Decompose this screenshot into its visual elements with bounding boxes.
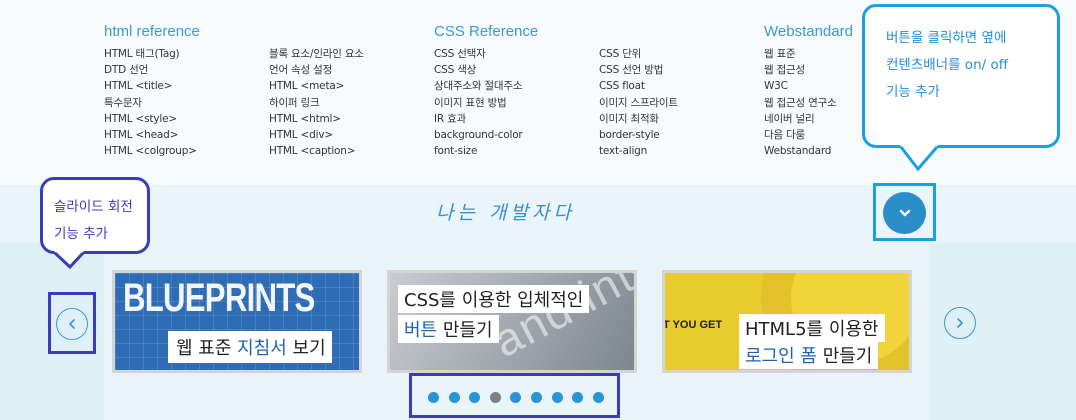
slide-label: 로그인 폼 만들기 xyxy=(739,341,879,369)
pagination-dot[interactable] xyxy=(510,392,522,403)
menu-column-webstandard: Webstandard 웹 표준 웹 접근성 W3C 웹 접근성 연구소 네이버… xyxy=(764,22,853,159)
menu-link[interactable]: IR 효과 xyxy=(434,111,538,127)
slide-small-text: T YOU GET xyxy=(663,319,723,331)
menu-link[interactable]: 이미지 최적화 xyxy=(599,111,678,127)
menu-link[interactable]: 이미지 표현 방법 xyxy=(434,95,538,111)
banner-toggle-button[interactable] xyxy=(883,192,926,234)
menu-link[interactable]: W3C xyxy=(764,78,853,94)
menu-link[interactable]: HTML 태그(Tag) xyxy=(104,46,200,62)
toggle-callout: 버튼을 클릭하면 옆에 컨텐츠배너를 on/ off 기능 추가 xyxy=(862,4,1060,148)
slide-heading: BLUEPRINTS xyxy=(123,276,315,320)
slide-label-highlight: 로그인 폼 xyxy=(745,346,817,367)
callout-text: 버튼을 클릭하면 옆에 xyxy=(886,30,1007,46)
menu-link[interactable]: HTML <colgroup> xyxy=(104,143,200,159)
menu-link[interactable]: CSS 선택자 xyxy=(434,46,538,62)
menu-link[interactable]: 네이버 널리 xyxy=(764,111,853,127)
pagination-dot[interactable] xyxy=(448,392,460,403)
pagination-annotation-frame xyxy=(409,373,620,418)
slide-label: CSS를 이용한 입체적인 xyxy=(398,285,590,313)
menu-link[interactable]: Webstandard xyxy=(764,143,853,159)
menu-link[interactable]: HTML <title> xyxy=(104,78,200,94)
callout-text: 슬라이드 회전 xyxy=(54,199,133,215)
menu-link[interactable]: HTML <head> xyxy=(104,127,200,143)
menu-link[interactable]: background-color xyxy=(434,127,538,143)
menu-link[interactable]: text-align xyxy=(599,143,678,159)
callout-text: 기능 추가 xyxy=(886,84,940,100)
slide-label-highlight: 지침서 xyxy=(237,338,287,359)
menu-link[interactable]: CSS 단위 xyxy=(599,46,678,62)
slide-label-text: 웹 표준 xyxy=(176,338,238,359)
menu-link[interactable]: 하이퍼 링크 xyxy=(269,95,364,111)
pagination-dot[interactable] xyxy=(531,392,542,403)
next-slide-button[interactable] xyxy=(944,307,976,339)
menu-link[interactable]: font-size xyxy=(434,143,538,159)
menu-link[interactable]: 웹 표준 xyxy=(764,46,853,62)
slide-callout: 슬라이드 회전 기능 추가 xyxy=(40,177,150,254)
chevron-down-icon xyxy=(899,209,910,217)
menu-link[interactable]: 웹 접근성 xyxy=(764,62,853,78)
menu-link[interactable]: 블록 요소/인라인 요소 xyxy=(269,46,364,62)
menu-link[interactable]: HTML <div> xyxy=(269,127,364,143)
menu-link[interactable]: 상대주소와 절대주소 xyxy=(434,78,538,94)
slide-card[interactable]: and inte CSS를 이용한 입체적인 버튼 만들기 xyxy=(387,270,637,373)
slide-label-text: 보기 xyxy=(286,338,326,359)
menu-link[interactable]: HTML <meta> xyxy=(269,78,364,94)
menu-link[interactable]: 특수문자 xyxy=(104,95,200,111)
pagination-dot[interactable] xyxy=(428,392,439,403)
menu-list-webstandard: 웹 표준 웹 접근성 W3C 웹 접근성 연구소 네이버 널리 다음 다룸 We… xyxy=(764,46,853,159)
slide-card[interactable]: T YOU GET HTML5를 이용한 로그인 폼 만들기 xyxy=(662,270,912,373)
menu-link[interactable]: CSS 선언 방법 xyxy=(599,62,678,78)
menu-column-css: CSS Reference CSS 선택자 CSS 색상 상대주소와 절대주소 … xyxy=(434,22,678,159)
slide-card[interactable]: BLUEPRINTS 웹 표준 지침서 보기 xyxy=(112,270,362,373)
pagination-dot[interactable] xyxy=(551,392,563,403)
slide-label: 웹 표준 지침서 보기 xyxy=(168,331,332,363)
menu-link[interactable]: border-style xyxy=(599,127,678,143)
menu-link[interactable]: CSS float xyxy=(599,78,678,94)
pagination-dot[interactable] xyxy=(489,392,501,403)
toggle-annotation-frame xyxy=(873,183,936,241)
chevron-right-icon xyxy=(957,318,963,328)
pagination-dot[interactable] xyxy=(572,392,584,403)
callout-text: 기능 추가 xyxy=(54,226,108,242)
slide-label-text: 만들기 xyxy=(437,320,493,341)
pagination-dot[interactable] xyxy=(592,392,604,403)
menu-link[interactable]: HTML <html> xyxy=(269,111,364,127)
pagination-dot[interactable] xyxy=(469,392,481,403)
menu-link[interactable]: 다음 다룸 xyxy=(764,127,853,143)
callout-tail xyxy=(899,145,939,172)
menu-link[interactable]: HTML <caption> xyxy=(269,143,364,159)
menu-list-html-left: HTML 태그(Tag) DTD 선언 HTML <title> 특수문자 HT… xyxy=(104,46,200,159)
menu-title-webstandard[interactable]: Webstandard xyxy=(764,22,853,42)
slide-label-text: 만들기 xyxy=(816,346,873,367)
menu-link[interactable]: CSS 색상 xyxy=(434,62,538,78)
menu-list-html-right: 블록 요소/인라인 요소 언어 속성 설정 HTML <meta> 하이퍼 링크… xyxy=(269,46,364,159)
slide-label: HTML5를 이용한 xyxy=(739,314,885,342)
chevron-left-icon xyxy=(69,319,75,329)
menu-column-html: html reference HTML 태그(Tag) DTD 선언 HTML … xyxy=(104,22,364,159)
menu-list-css-right: CSS 단위 CSS 선언 방법 CSS float 이미지 스프라이트 이미지… xyxy=(599,46,678,159)
menu-link[interactable]: 언어 속성 설정 xyxy=(269,62,364,78)
menu-link[interactable]: DTD 선언 xyxy=(104,62,200,78)
slide-label-highlight: 버튼 xyxy=(404,320,438,341)
menu-link[interactable]: 웹 접근성 연구소 xyxy=(764,95,853,111)
callout-text: 컨텐츠배너를 on/ off xyxy=(886,57,1009,73)
prev-slide-button[interactable] xyxy=(56,308,88,340)
callout-tail xyxy=(53,251,85,270)
menu-list-css-left: CSS 선택자 CSS 색상 상대주소와 절대주소 이미지 표현 방법 IR 효… xyxy=(434,46,538,159)
menu-link[interactable]: HTML <style> xyxy=(104,111,200,127)
menu-link[interactable]: 이미지 스프라이트 xyxy=(599,95,678,111)
slogan-text: 나는 개발자다 xyxy=(436,202,575,224)
menu-title-css[interactable]: CSS Reference xyxy=(434,22,538,42)
slide-label: 버튼 만들기 xyxy=(398,315,499,343)
menu-title-html[interactable]: html reference xyxy=(104,22,200,42)
